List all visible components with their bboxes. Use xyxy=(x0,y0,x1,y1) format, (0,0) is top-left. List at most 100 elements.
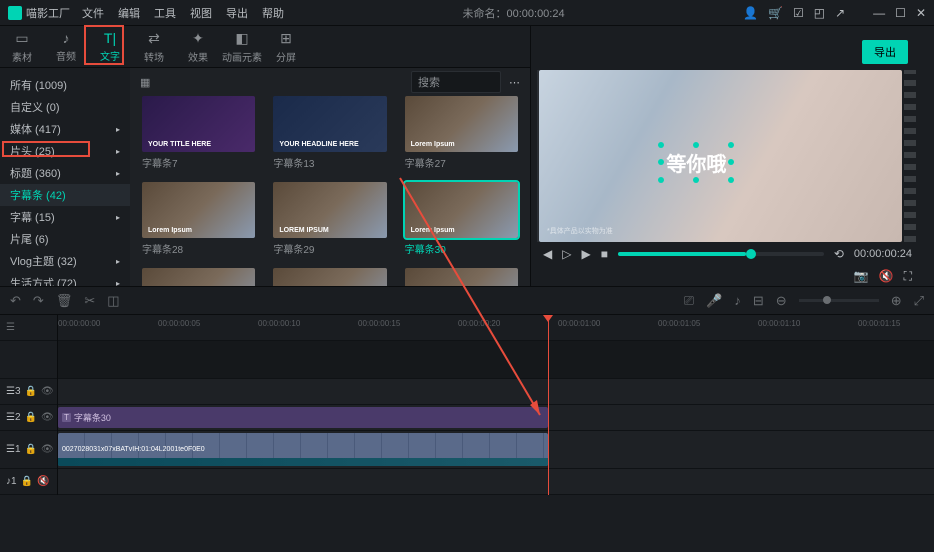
sidebar-item-8[interactable]: Vlog主题 (32) xyxy=(0,250,130,272)
timeline: ↶ ↷ 🗑 ✂ ◫ ⎚ 🎤 ♪ ⊟ ⊖ ⊕ ⤢ ☰ ☰3🔒👁 ☰2🔒👁 ☰1🔒👁… xyxy=(0,286,934,495)
text-clip[interactable]: 字幕条30 xyxy=(58,407,548,428)
fullscreen-icon[interactable]: ⛶ xyxy=(904,269,912,284)
track-header-t1[interactable]: ☰1🔒👁 xyxy=(0,431,57,469)
cut-icon[interactable]: ✂ xyxy=(84,293,95,309)
play-fwd-icon[interactable]: ▶ xyxy=(581,247,590,261)
zoom-out-icon[interactable]: ⊖ xyxy=(776,293,787,309)
done-icon[interactable]: ↗ xyxy=(835,6,845,20)
mute-icon[interactable]: 🔇 xyxy=(37,476,49,487)
preview-watermark: *具体产品以实物为准 xyxy=(547,226,613,236)
thumb-label: 字幕条27 xyxy=(405,155,518,170)
search-input[interactable]: 搜索 xyxy=(411,71,501,93)
redo-icon[interactable]: ↷ xyxy=(33,293,44,309)
track-headers: ☰ ☰3🔒👁 ☰2🔒👁 ☰1🔒👁 ♪1🔒🔇 xyxy=(0,315,58,495)
sidebar-item-5[interactable]: 字幕条 (42) xyxy=(0,184,130,206)
mode-tab-text[interactable]: T|文字 xyxy=(88,26,132,67)
minimize-icon[interactable]: — xyxy=(873,6,885,20)
track-header-t3[interactable]: ☰3🔒👁 xyxy=(0,379,57,405)
loop-icon[interactable]: ⟲ xyxy=(834,247,844,261)
mode-tab-transition[interactable]: ⇄转场 xyxy=(132,26,176,67)
cart-icon[interactable]: 🛒 xyxy=(768,6,783,20)
mode-tab-audio[interactable]: ♪音频 xyxy=(44,26,88,67)
ruler-tick: 00:00:01:00 xyxy=(558,319,600,328)
maximize-icon[interactable]: ☐ xyxy=(895,6,906,20)
lock-icon[interactable]: 🔒 xyxy=(25,444,37,455)
split-icon: ⊞ xyxy=(280,30,292,47)
menu-file[interactable]: 文件 xyxy=(82,5,104,21)
menu-edit[interactable]: 编辑 xyxy=(118,5,140,21)
track-t3[interactable] xyxy=(58,379,934,405)
sidebar-item-3[interactable]: 片头 (25) xyxy=(0,140,130,162)
lock-icon[interactable]: 🔒 xyxy=(25,412,37,423)
marker-icon[interactable]: ♪ xyxy=(734,293,741,308)
music-icon: ♪ xyxy=(63,30,70,46)
sidebar-item-4[interactable]: 标题 (360) xyxy=(0,162,130,184)
progress-bar[interactable] xyxy=(618,252,824,256)
timeline-tracks[interactable]: 00:00:00:0000:00:00:0500:00:00:1000:00:0… xyxy=(58,315,934,495)
thumb-item-1[interactable]: YOUR HEADLINE HERE字幕条13 xyxy=(273,96,386,170)
snapshot-icon[interactable]: 📷 xyxy=(854,269,869,283)
track-t1[interactable]: 0027028031x07xBATvIH:01:04L2001te0F0E0 xyxy=(58,431,934,469)
track-a1[interactable] xyxy=(58,469,934,495)
thumb-item-2[interactable]: Lorem Ipsum字幕条27 xyxy=(405,96,518,170)
mode-tab-media[interactable]: ▭素材 xyxy=(0,26,44,67)
more-icon[interactable]: ⋯ xyxy=(509,76,520,89)
lock-icon[interactable]: 🔒 xyxy=(21,476,33,487)
export-button[interactable]: 导出 xyxy=(862,40,908,64)
thumb-item-3[interactable]: Lorem Ipsum字幕条28 xyxy=(142,182,255,256)
menu-tools[interactable]: 工具 xyxy=(154,5,176,21)
mixer-icon[interactable]: ⎚ xyxy=(684,293,694,309)
prev-frame-icon[interactable]: ◀ xyxy=(543,247,552,261)
delete-icon[interactable]: 🗑 xyxy=(56,293,73,309)
play-icon[interactable]: ▷ xyxy=(562,247,571,261)
mode-tab-effect[interactable]: ✦效果 xyxy=(176,26,220,67)
track-header-t2[interactable]: ☰2🔒👁 xyxy=(0,405,57,431)
mode-tab-anim[interactable]: ◧动画元素 xyxy=(220,26,264,67)
user-icon[interactable]: 👤 xyxy=(743,6,758,20)
video-clip[interactable]: 0027028031x07xBATvIH:01:04L2001te0F0E0 xyxy=(58,433,548,466)
thumb-item-5[interactable]: Lorem Ipsum字幕条30 xyxy=(405,182,518,256)
menu-export[interactable]: 导出 xyxy=(226,5,248,21)
eye-icon[interactable]: 👁 xyxy=(41,386,54,397)
sidebar-item-6[interactable]: 字幕 (15) xyxy=(0,206,130,228)
grid-view-icon[interactable]: ▦ xyxy=(140,76,150,89)
ruler-tick: 00:00:01:15 xyxy=(858,319,900,328)
preview-video[interactable]: 等你哦 *具体产品以实物为准 xyxy=(539,70,902,242)
ruler-tick: 00:00:00:10 xyxy=(258,319,300,328)
mute-icon[interactable]: 🔇 xyxy=(879,269,894,283)
track-header-a1[interactable]: ♪1🔒🔇 xyxy=(0,469,57,495)
crop-icon[interactable]: ◫ xyxy=(107,293,119,309)
layers-icon[interactable]: ☰ xyxy=(6,322,15,333)
eye-icon[interactable]: 👁 xyxy=(41,444,54,455)
track-empty1[interactable] xyxy=(58,341,934,379)
thumb-item-7[interactable]: Lorem Ipsum字幕条34 xyxy=(273,268,386,286)
thumb-item-6[interactable]: Lorem Ipsum字幕条33 xyxy=(142,268,255,286)
sidebar-item-7[interactable]: 片尾 (6) xyxy=(0,228,130,250)
sidebar-item-9[interactable]: 生活方式 (72) xyxy=(0,272,130,286)
speed-icon[interactable]: ⊟ xyxy=(753,293,764,309)
zoom-in-icon[interactable]: ⊕ xyxy=(891,293,902,309)
notif-icon[interactable]: ☑ xyxy=(793,6,804,20)
fit-icon[interactable]: ⤢ xyxy=(914,293,924,309)
undo-icon[interactable]: ↶ xyxy=(10,293,21,309)
mic-icon[interactable]: 🎤 xyxy=(706,293,722,309)
lock-icon[interactable]: 🔒 xyxy=(25,386,37,397)
stop-icon[interactable]: ■ xyxy=(601,247,608,261)
sidebar-item-2[interactable]: 媒体 (417) xyxy=(0,118,130,140)
mode-tab-split[interactable]: ⊞分屏 xyxy=(264,26,308,67)
sidebar-item-1[interactable]: 自定义 (0) xyxy=(0,96,130,118)
timeline-ruler[interactable]: 00:00:00:0000:00:00:0500:00:00:1000:00:0… xyxy=(58,315,934,341)
thumb-item-0[interactable]: YOUR TITLE HERE字幕条7 xyxy=(142,96,255,170)
track-t2[interactable]: 字幕条30 xyxy=(58,405,934,431)
box-icon[interactable]: ◰ xyxy=(814,6,825,20)
thumb-item-8[interactable]: Lorem Ipsum字幕条35 xyxy=(405,268,518,286)
asset-panel: ▭素材 ♪音频 T|文字 ⇄转场 ✦效果 ◧动画元素 ⊞分屏 所有 (1009)… xyxy=(0,26,530,286)
eye-icon[interactable]: 👁 xyxy=(41,412,54,423)
menu-view[interactable]: 视图 xyxy=(190,5,212,21)
menu-help[interactable]: 帮助 xyxy=(262,5,284,21)
thumb-item-4[interactable]: LOREM IPSUM字幕条29 xyxy=(273,182,386,256)
zoom-slider[interactable] xyxy=(799,299,879,302)
sidebar-item-0[interactable]: 所有 (1009) xyxy=(0,74,130,96)
preview-text-overlay[interactable]: 等你哦 xyxy=(662,146,730,179)
close-icon[interactable]: ✕ xyxy=(916,6,926,20)
